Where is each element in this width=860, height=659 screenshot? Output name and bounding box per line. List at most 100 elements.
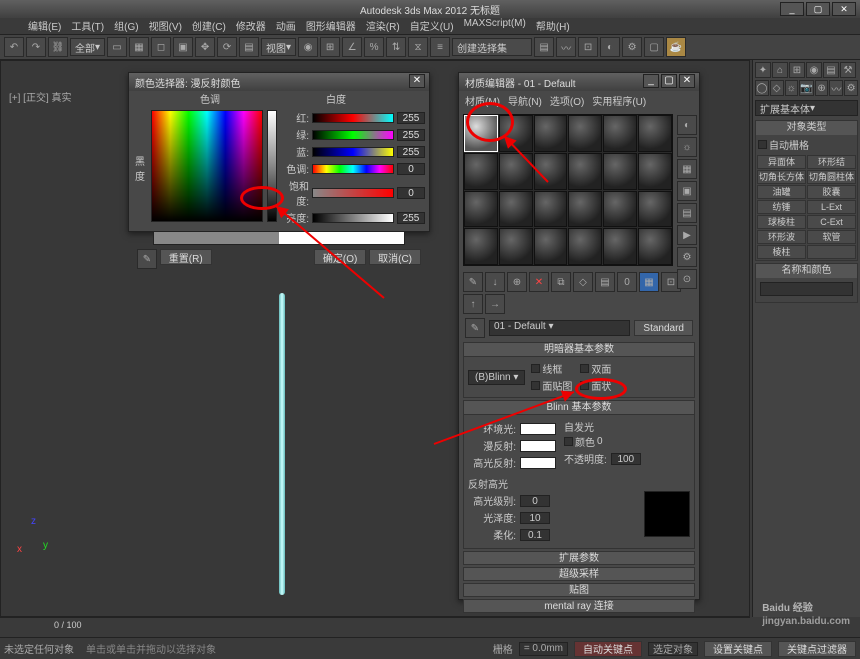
select-by-mat-icon[interactable]: ⊙ bbox=[677, 269, 697, 289]
rollout-mentalray[interactable]: mental ray 连接 bbox=[463, 599, 695, 613]
menu-help[interactable]: 帮助(H) bbox=[536, 18, 570, 34]
systems-icon[interactable]: ⚙ bbox=[844, 80, 858, 96]
create-tab-icon[interactable]: ✦ bbox=[755, 62, 771, 78]
material-slot[interactable] bbox=[464, 191, 498, 228]
color-row-value[interactable]: 0 bbox=[397, 187, 425, 199]
minimize-button[interactable]: _ bbox=[780, 2, 804, 16]
schematic-icon[interactable]: ⊡ bbox=[578, 37, 598, 57]
primitive-button[interactable]: 胶囊 bbox=[807, 185, 856, 199]
utilities-tab-icon[interactable]: ⚒ bbox=[840, 62, 856, 78]
render-icon[interactable]: ☕ bbox=[666, 37, 686, 57]
menu-customize[interactable]: 自定义(U) bbox=[410, 18, 454, 34]
rollout-extended[interactable]: 扩展参数 bbox=[463, 551, 695, 565]
material-slot[interactable] bbox=[534, 191, 568, 228]
redo-icon[interactable]: ↷ bbox=[26, 37, 46, 57]
undo-icon[interactable]: ↶ bbox=[4, 37, 24, 57]
color-picker-close-icon[interactable]: ✕ bbox=[409, 74, 425, 88]
material-slot[interactable] bbox=[568, 115, 602, 152]
opacity-spinner[interactable]: 100 bbox=[611, 453, 641, 465]
diffuse-swatch[interactable] bbox=[520, 440, 556, 452]
color-row-value[interactable]: 255 bbox=[397, 212, 425, 224]
primitive-button[interactable]: 异面体 bbox=[757, 155, 806, 169]
rollout-maps[interactable]: 贴图 bbox=[463, 583, 695, 597]
shader-dropdown[interactable]: (B)Blinn ▾ bbox=[468, 370, 525, 385]
hierarchy-tab-icon[interactable]: ⊞ bbox=[789, 62, 805, 78]
material-slot[interactable] bbox=[603, 228, 637, 265]
material-slot[interactable] bbox=[464, 153, 498, 190]
old-color-swatch[interactable] bbox=[154, 232, 279, 244]
color-row-slider[interactable] bbox=[312, 130, 394, 140]
ok-button[interactable]: 确定(O) bbox=[314, 249, 366, 265]
shapes-icon[interactable]: ◇ bbox=[770, 80, 784, 96]
display-tab-icon[interactable]: ▤ bbox=[823, 62, 839, 78]
material-editor-title-bar[interactable]: 材质编辑器 - 01 - Default _ ▢ ✕ bbox=[459, 73, 699, 91]
primitive-button[interactable]: C-Ext bbox=[807, 215, 856, 229]
background-icon[interactable]: ▦ bbox=[677, 159, 697, 179]
scale-icon[interactable]: ▤ bbox=[239, 37, 259, 57]
blinn-basic-header[interactable]: Blinn 基本参数 bbox=[464, 401, 694, 415]
material-slot[interactable] bbox=[568, 228, 602, 265]
setkey-button[interactable]: 设置关键点 bbox=[704, 641, 772, 657]
menu-edit[interactable]: 编辑(E) bbox=[28, 18, 61, 34]
key-target-drop[interactable]: 选定对象 bbox=[648, 642, 698, 656]
menu-animation[interactable]: 动画 bbox=[276, 18, 296, 34]
geometry-icon[interactable]: ◯ bbox=[755, 80, 769, 96]
color-row-value[interactable]: 255 bbox=[397, 112, 425, 124]
curve-editor-icon[interactable]: 〰 bbox=[556, 37, 576, 57]
cameras-icon[interactable]: 📷 bbox=[799, 80, 813, 96]
mirror-icon[interactable]: ⧖ bbox=[408, 37, 428, 57]
material-slot[interactable] bbox=[568, 153, 602, 190]
object-name-input[interactable] bbox=[760, 282, 853, 296]
material-max-icon[interactable]: ▢ bbox=[661, 74, 677, 88]
material-slot[interactable] bbox=[603, 153, 637, 190]
autogrid-check[interactable]: 自动栅格 bbox=[758, 137, 855, 152]
put-to-lib-icon[interactable]: ▤ bbox=[595, 272, 615, 292]
material-slot[interactable] bbox=[603, 191, 637, 228]
ref-coord-drop[interactable]: 视图 ▾ bbox=[261, 38, 296, 56]
reset-map-icon[interactable]: ✕ bbox=[529, 272, 549, 292]
go-parent-icon[interactable]: ↑ bbox=[463, 294, 483, 314]
material-editor-icon[interactable]: ◐ bbox=[600, 37, 620, 57]
material-slot[interactable] bbox=[568, 191, 602, 228]
layers-icon[interactable]: ▤ bbox=[534, 37, 554, 57]
menu-maxscript[interactable]: MAXScript(M) bbox=[464, 18, 526, 34]
color-row-slider[interactable] bbox=[312, 213, 394, 223]
make-unique-icon[interactable]: ◇ bbox=[573, 272, 593, 292]
primitive-button[interactable]: 切角长方体 bbox=[757, 170, 806, 184]
render-setup-icon[interactable]: ⚙ bbox=[622, 37, 642, 57]
color-row-slider[interactable] bbox=[312, 188, 394, 198]
color-row-slider[interactable] bbox=[312, 147, 394, 157]
motion-tab-icon[interactable]: ◉ bbox=[806, 62, 822, 78]
primitive-button[interactable]: 软管 bbox=[807, 230, 856, 244]
show-map-icon[interactable]: ▦ bbox=[639, 272, 659, 292]
helpers-icon[interactable]: ⊕ bbox=[815, 80, 829, 96]
cancel-button[interactable]: 取消(C) bbox=[369, 249, 421, 265]
selection-filter-drop[interactable]: 全部 ▾ bbox=[70, 38, 105, 56]
self-illum-spinner[interactable]: 0 bbox=[597, 436, 603, 447]
new-color-swatch[interactable] bbox=[279, 232, 404, 244]
video-check-icon[interactable]: ▤ bbox=[677, 203, 697, 223]
keyfilter-button[interactable]: 关键点过滤器 bbox=[778, 641, 856, 657]
object-type-header[interactable]: 对象类型 bbox=[756, 121, 857, 135]
modify-tab-icon[interactable]: ⌂ bbox=[772, 62, 788, 78]
percent-snap-icon[interactable]: % bbox=[364, 37, 384, 57]
rotate-icon[interactable]: ⟳ bbox=[217, 37, 237, 57]
material-slot[interactable] bbox=[534, 153, 568, 190]
make-copy-icon[interactable]: ⧉ bbox=[551, 272, 571, 292]
material-min-icon[interactable]: _ bbox=[643, 74, 659, 88]
maximize-button[interactable]: ▢ bbox=[806, 2, 830, 16]
whiteness-slider[interactable] bbox=[267, 110, 277, 222]
put-to-scene-icon[interactable]: ↓ bbox=[485, 272, 505, 292]
soften-spinner[interactable]: 0.1 bbox=[520, 529, 550, 541]
spinner-snap-icon[interactable]: ⇅ bbox=[386, 37, 406, 57]
gloss-spinner[interactable]: 10 bbox=[520, 512, 550, 524]
menu-graph[interactable]: 图形编辑器 bbox=[306, 18, 356, 34]
menu-group[interactable]: 组(G) bbox=[114, 18, 138, 34]
face-map-check[interactable]: 面贴图 bbox=[531, 378, 572, 393]
angle-snap-icon[interactable]: ∠ bbox=[342, 37, 362, 57]
sample-type-icon[interactable]: ◐ bbox=[677, 115, 697, 135]
primitive-button[interactable]: 棱柱 bbox=[757, 245, 806, 259]
menu-render[interactable]: 渲染(R) bbox=[366, 18, 400, 34]
color-picker-title-bar[interactable]: 颜色选择器: 漫反射颜色 ✕ bbox=[129, 73, 429, 91]
close-button[interactable]: ✕ bbox=[832, 2, 856, 16]
